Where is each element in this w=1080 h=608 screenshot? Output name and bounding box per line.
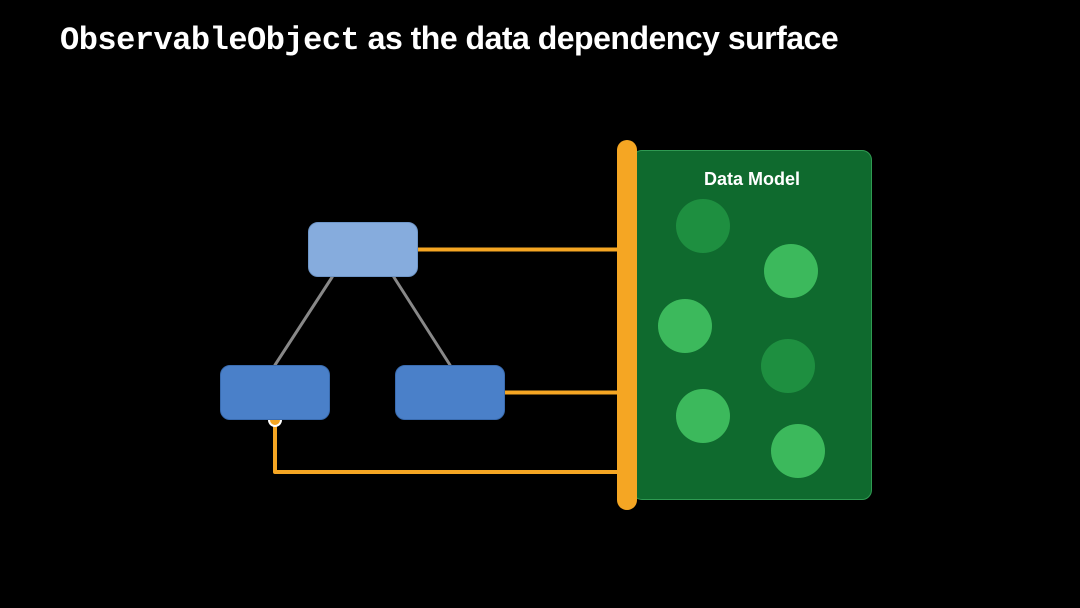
data-object-circle xyxy=(771,424,825,478)
observable-surface xyxy=(617,140,637,510)
data-object-circle xyxy=(676,389,730,443)
connector-layer xyxy=(0,0,1080,608)
title-code: ObservableObject xyxy=(60,22,359,59)
data-model-label: Data Model xyxy=(633,169,871,190)
slide-title: ObservableObject as the data dependency … xyxy=(60,20,838,59)
title-rest: as the data dependency surface xyxy=(359,20,838,56)
data-model-container: Data Model xyxy=(632,150,872,500)
data-object-circle xyxy=(658,299,712,353)
data-object-circle xyxy=(761,339,815,393)
view-node-left xyxy=(220,365,330,420)
view-node-root xyxy=(308,222,418,277)
data-object-circle xyxy=(764,244,818,298)
data-object-circle xyxy=(676,199,730,253)
view-node-right xyxy=(395,365,505,420)
